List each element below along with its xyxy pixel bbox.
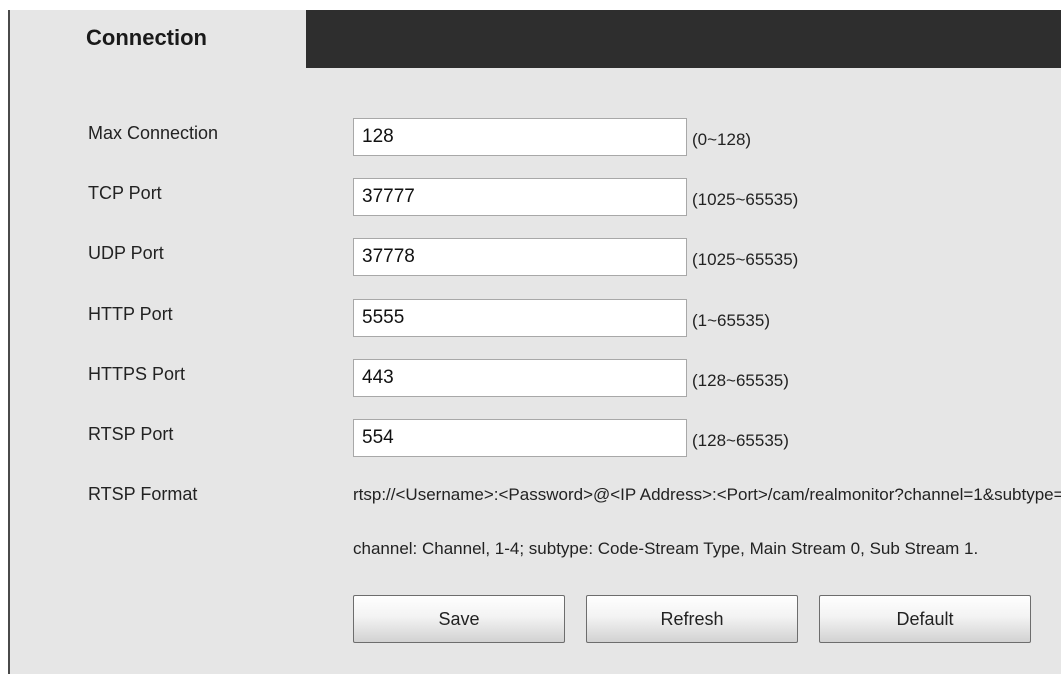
- udp-port-range: (1025~65535): [692, 250, 799, 269]
- udp-port-label: UDP Port: [88, 243, 164, 263]
- http-port-input[interactable]: [353, 299, 687, 337]
- http-port-range: (1~65535): [692, 311, 770, 330]
- tcp-port-range: (1025~65535): [692, 190, 799, 209]
- rtsp-port-label: RTSP Port: [88, 424, 174, 444]
- udp-port-input[interactable]: [353, 238, 687, 276]
- refresh-button[interactable]: Refresh: [586, 595, 798, 643]
- https-port-label: HTTPS Port: [88, 364, 186, 384]
- http-port-label: HTTP Port: [88, 304, 173, 324]
- default-button[interactable]: Default: [819, 595, 1031, 643]
- connection-panel: Connection Max Connection (0~128) TCP Po…: [8, 10, 1061, 674]
- https-port-input[interactable]: [353, 359, 687, 397]
- tab-connection-label: Connection: [86, 25, 207, 50]
- max-connection-input[interactable]: [353, 118, 687, 156]
- rtsp-port-range: (128~65535): [692, 431, 789, 450]
- rtsp-port-input[interactable]: [353, 419, 687, 457]
- max-connection-range: (0~128): [692, 130, 752, 149]
- https-port-range: (128~65535): [692, 371, 789, 390]
- tcp-port-input[interactable]: [353, 178, 687, 216]
- rtsp-format-description: channel: Channel, 1-4; subtype: Code-Str…: [353, 539, 979, 558]
- save-button[interactable]: Save: [353, 595, 565, 643]
- tcp-port-label: TCP Port: [88, 183, 162, 203]
- max-connection-label: Max Connection: [88, 123, 219, 143]
- tab-connection[interactable]: Connection: [10, 10, 306, 68]
- rtsp-format-url: rtsp://<Username>:<Password>@<IP Address…: [353, 485, 1061, 504]
- rtsp-format-label: RTSP Format: [88, 484, 198, 504]
- tab-bar: Connection: [10, 10, 1061, 68]
